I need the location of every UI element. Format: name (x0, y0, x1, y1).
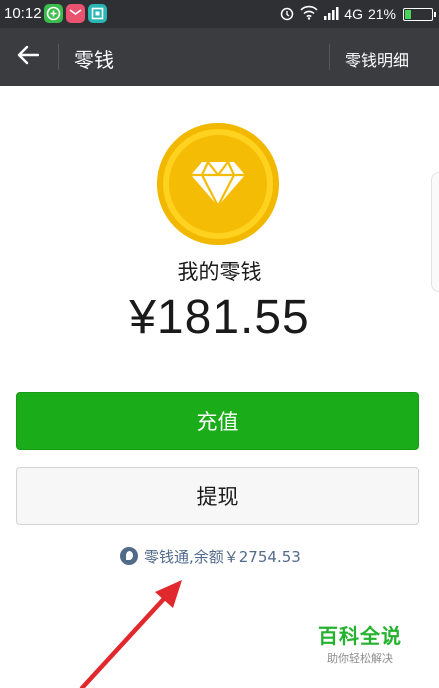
battery-fill (405, 9, 411, 19)
recharge-button[interactable]: 充值 (16, 392, 419, 450)
title-bar: 零钱 零钱明细 (0, 28, 439, 86)
status-bar: 10:12 4G 21% (0, 0, 439, 28)
header-divider (329, 44, 330, 70)
app-green-icon (44, 4, 63, 23)
status-time: 10:12 (4, 5, 42, 22)
signal-icon (323, 6, 339, 23)
detail-link[interactable]: 零钱明细 (345, 47, 409, 71)
watermark: 百科全说 助你轻松解决 (318, 620, 402, 666)
wifi-icon (300, 5, 318, 23)
annotation-arrow-icon (79, 580, 182, 688)
back-arrow-icon (17, 45, 40, 69)
title-divider (58, 44, 59, 70)
watermark-title: 百科全说 (318, 624, 402, 648)
back-button[interactable] (8, 37, 48, 77)
battery-icon (403, 7, 436, 21)
alarm-icon (279, 5, 295, 24)
app-mail-icon (66, 4, 85, 23)
withdraw-button[interactable]: 提现 (16, 467, 419, 525)
diamond-coin-icon (157, 123, 279, 245)
lingqiantong-link[interactable]: 零钱通,余额￥2754.53 (120, 546, 301, 566)
lingqiantong-text: 零钱通,余额￥2754.53 (144, 547, 301, 566)
watermark-subtitle: 助你轻松解决 (327, 652, 393, 665)
app-scan-icon (88, 4, 107, 23)
balance-amount: ¥181.55 (129, 291, 310, 344)
lingqiantong-icon (120, 547, 138, 565)
page-title: 零钱 (74, 48, 114, 72)
balance-label: 我的零钱 (177, 260, 262, 284)
status-right-group: 4G 21% (279, 4, 436, 24)
network-type: 4G (344, 6, 363, 22)
battery-percent: 21% (367, 6, 396, 22)
